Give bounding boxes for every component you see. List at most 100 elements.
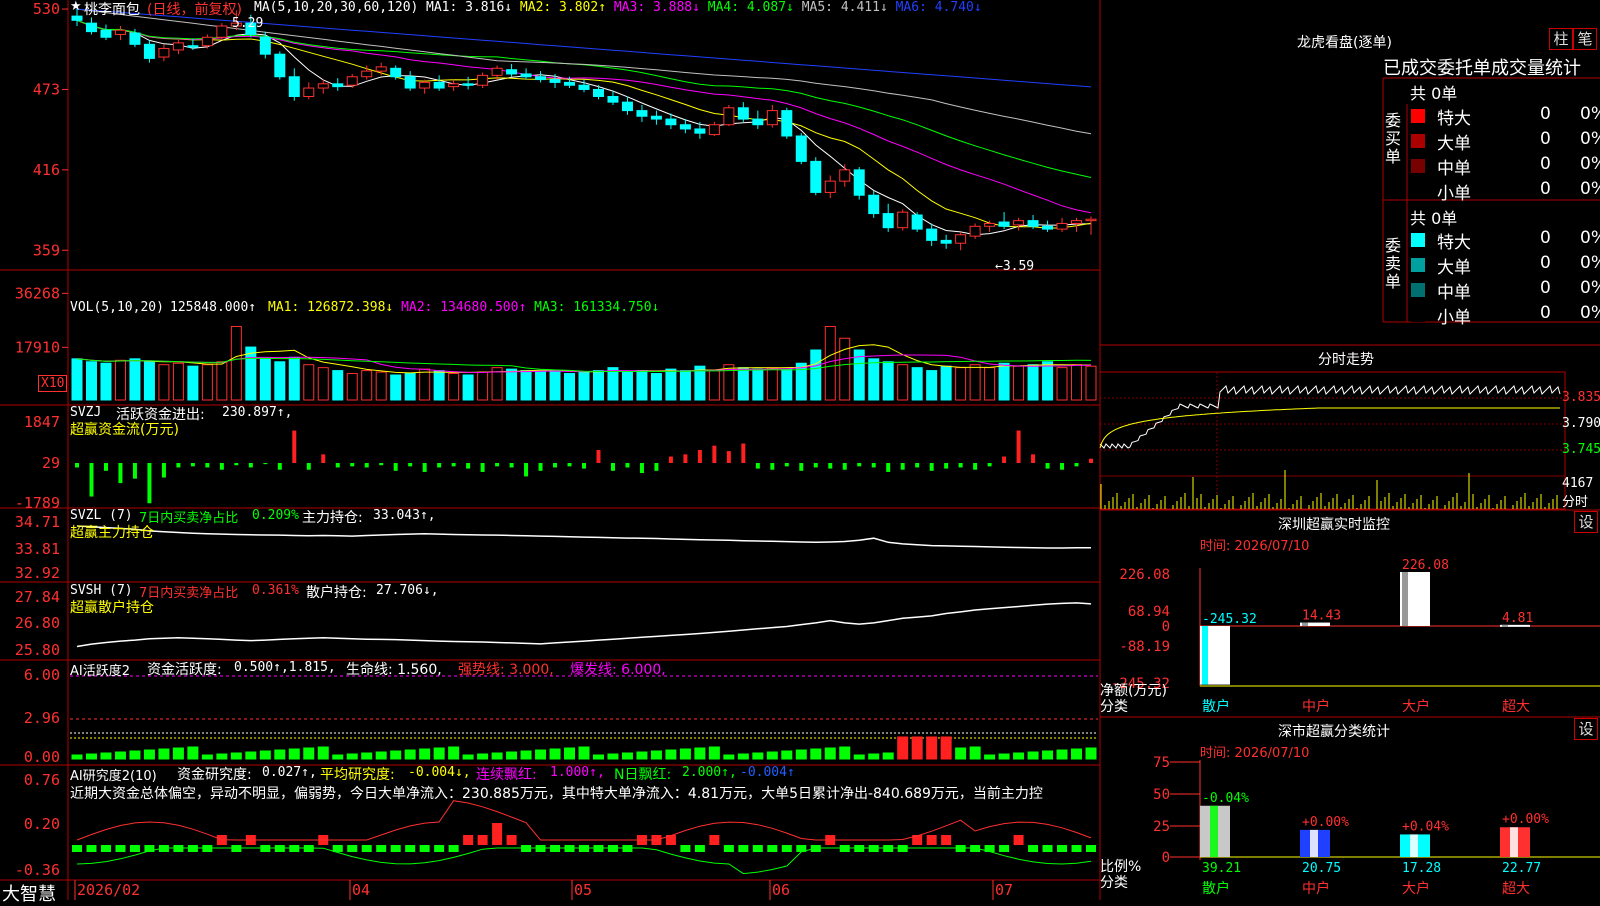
volume-bar: [839, 337, 851, 401]
tick-view-button[interactable]: 笔: [1573, 28, 1597, 50]
candle: [766, 110, 778, 126]
ma-line-3: [76, 19, 1092, 214]
volume-bar: [158, 364, 170, 401]
research-bar: [1042, 845, 1053, 852]
chart-canvas[interactable]: 530 473 416 359 5.29 ←3.59 36268 17910 1847 29 -17…: [0, 0, 1600, 900]
candle: [955, 234, 967, 244]
activity-bar: [114, 751, 126, 760]
research-bar: [752, 845, 763, 852]
research-bar: [347, 845, 358, 852]
candle: [361, 70, 373, 78]
stat-bar-highlight: [1510, 827, 1518, 857]
low-price-marker: ←3.59: [995, 259, 1034, 274]
activity-bar: [752, 752, 764, 760]
volume-bar: [607, 367, 619, 401]
research-bar: [1086, 845, 1096, 852]
candle: [259, 36, 271, 55]
ma-line-5: [76, 8, 1092, 135]
candle: [491, 67, 503, 76]
candle: [839, 169, 851, 182]
research-bar: [1057, 845, 1068, 852]
volume-bar: [955, 367, 967, 401]
research-bar: [709, 835, 720, 845]
volume-bar: [897, 364, 909, 401]
volume-bar: [172, 362, 184, 401]
volume-bar: [737, 367, 749, 401]
activity-bar: [781, 750, 793, 760]
candle: [926, 228, 938, 241]
candle: [694, 128, 706, 134]
candle: [984, 222, 996, 227]
ai-research-axis-tick: 0.20: [24, 815, 60, 833]
research-bar: [1028, 845, 1039, 852]
activity-bar: [578, 746, 590, 760]
candle: [810, 160, 822, 193]
activity-bar: [839, 746, 851, 760]
candle: [868, 194, 880, 215]
monitor-bar-value: 226.08: [1402, 558, 1449, 573]
activity-bar: [129, 750, 141, 760]
activity-bar: [346, 753, 358, 760]
activity-bar: [853, 754, 865, 760]
candle: [114, 29, 126, 35]
candle: [1013, 220, 1025, 226]
research-bar: [86, 845, 97, 852]
volume-bar: [448, 373, 460, 401]
vol-ma-line: [76, 344, 1091, 374]
research-bar: [999, 845, 1010, 852]
date-axis-label: 06: [772, 881, 790, 899]
ai-active-axis-tick: 2.96: [24, 709, 60, 727]
volume-bar: [332, 370, 344, 401]
volume-bar: [984, 367, 996, 401]
activity-bar: [795, 749, 807, 760]
candle: [752, 118, 764, 126]
candle: [288, 76, 300, 98]
candle: [549, 79, 561, 83]
volume-bar: [549, 370, 561, 401]
monitor-bar-shade: [1202, 626, 1208, 685]
activity-bar: [897, 736, 909, 760]
stat-category: 超大: [1502, 881, 1530, 897]
research-bar: [129, 845, 140, 852]
candle: [216, 25, 228, 38]
main-holding-line: [76, 525, 1091, 549]
candle: [158, 48, 170, 58]
volume-bar: [824, 325, 836, 401]
volume-bar: [665, 368, 677, 401]
activity-bar: [1085, 747, 1097, 760]
activity-bar: [868, 753, 880, 760]
activity-bar: [737, 753, 749, 760]
bar-view-button[interactable]: 柱: [1549, 28, 1573, 50]
activity-bar: [824, 747, 836, 760]
svzj-axis-tick: -1789: [15, 494, 60, 512]
ai-research-axis-tick: -0.36: [15, 861, 60, 879]
volume-bar: [1071, 364, 1083, 401]
monitor-settings-button[interactable]: 设: [1574, 511, 1598, 533]
svzj-axis-tick: 1847: [24, 413, 60, 431]
volume-bar: [882, 361, 894, 401]
activity-bar: [85, 753, 97, 760]
volume-bar: [911, 367, 923, 401]
candle: [679, 124, 691, 130]
volume-bar: [71, 358, 83, 401]
research-bar: [723, 845, 734, 852]
stat-settings-button[interactable]: 设: [1574, 718, 1598, 740]
high-price-marker: 5.29: [232, 16, 263, 31]
stat-category: 散户: [1202, 880, 1230, 897]
activity-bar: [143, 749, 155, 760]
intraday-avg-line: [1099, 407, 1560, 449]
volume-bar: [868, 358, 880, 401]
ai-research-axis-tick: 0.76: [24, 771, 60, 789]
stat-bar-delta: +0.04%: [1402, 819, 1449, 834]
candle: [737, 107, 749, 120]
candle: [621, 101, 633, 112]
stat-bar-delta: +0.00%: [1302, 815, 1349, 830]
candle: [390, 67, 402, 78]
svzl-axis-tick: 33.81: [15, 540, 60, 558]
activity-bar: [303, 747, 315, 760]
date-axis-label: 2026/02: [77, 881, 140, 899]
volume-bar: [361, 370, 373, 401]
volume-bar: [969, 364, 981, 401]
candle: [85, 22, 97, 33]
activity-bar: [216, 753, 228, 760]
